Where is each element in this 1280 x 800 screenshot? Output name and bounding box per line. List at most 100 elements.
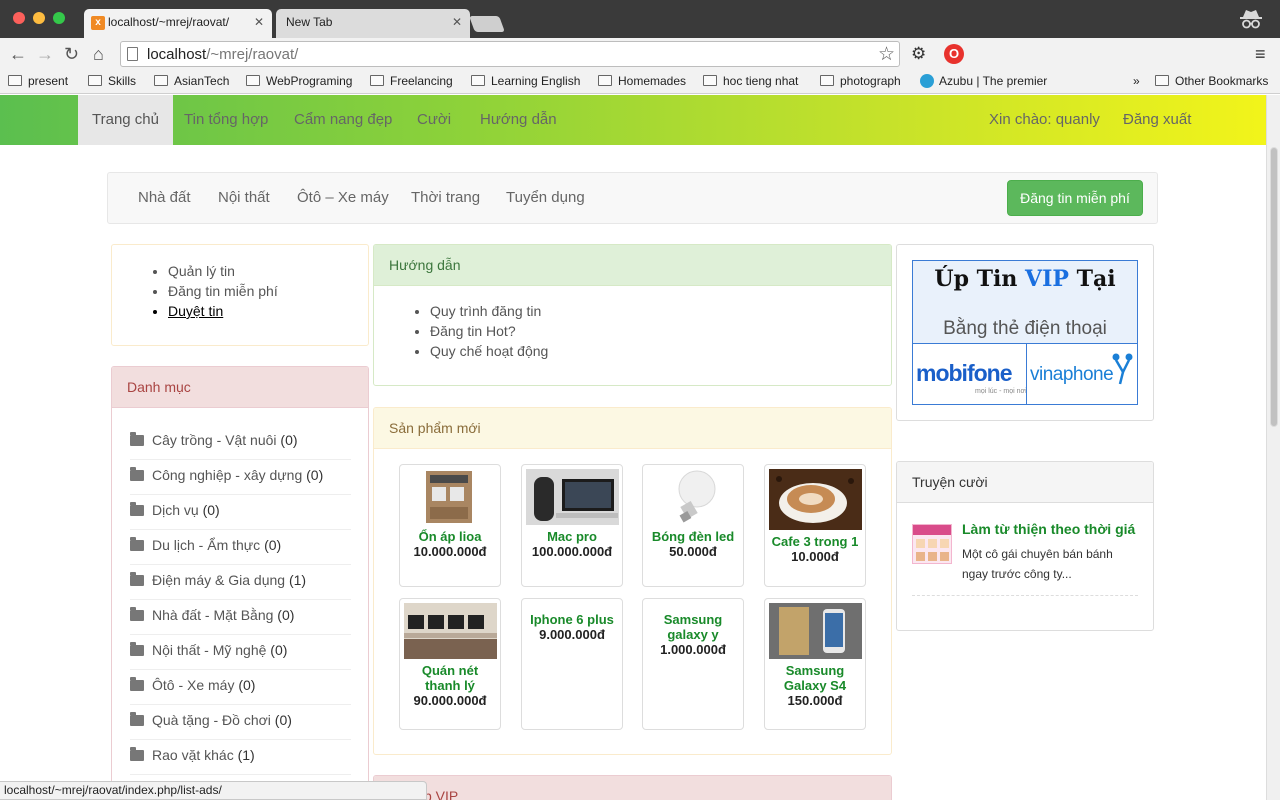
folder-icon [471, 75, 485, 86]
close-tab-icon[interactable]: ✕ [452, 15, 462, 29]
new-tab-button[interactable] [469, 16, 505, 32]
extension-gear-icon[interactable]: ⚙ [911, 43, 926, 65]
product-name[interactable]: Iphone 6 plus [522, 612, 622, 627]
tab-raovat[interactable]: x localhost/~mrej/raovat/ ✕ [84, 9, 272, 38]
category-link[interactable]: Nội thất [218, 173, 270, 223]
manage-ads-link[interactable]: Quản lý tin [168, 261, 368, 281]
folder-icon [130, 712, 144, 726]
vip-top-up-banner[interactable]: Úp Tin VIP Tại Bằng thẻ điện thoại mobif… [912, 260, 1138, 405]
nav-beauty[interactable]: Cẩm nang đẹp [294, 95, 392, 145]
product-image-coffee-cup [768, 469, 862, 530]
category-item[interactable]: Quà tặng - Đồ chơi (0) [130, 705, 351, 740]
approve-ads-link[interactable]: Duyệt tin [168, 301, 368, 321]
joke-title[interactable]: Làm từ thiện theo thời giá [962, 521, 1135, 537]
vip-panel: p VIP [373, 775, 892, 800]
category-name[interactable]: Nhà đất - Mặt Bằng [152, 607, 273, 623]
menu-icon[interactable]: ≡ [1255, 43, 1266, 65]
xampp-favicon-icon: x [91, 16, 105, 30]
category-name[interactable]: Quà tặng - Đồ chơi [152, 712, 271, 728]
product-name[interactable]: Mac pro [522, 529, 622, 544]
product-card[interactable]: Samsung Galaxy S4 150.000đ [764, 598, 866, 730]
vip-panel-title: p VIP [374, 776, 891, 800]
bookmark-folder[interactable]: AsianTech [154, 74, 229, 88]
guide-link[interactable]: Đăng tin Hot? [430, 321, 891, 341]
category-link[interactable]: Thời trang [411, 173, 480, 223]
bookmark-folder[interactable]: hoc tieng nhat [703, 74, 798, 88]
product-name[interactable]: Cafe 3 trong 1 [765, 534, 865, 549]
category-link[interactable]: Ôtô – Xe máy [297, 173, 389, 223]
reload-icon[interactable]: ↻ [64, 43, 79, 65]
product-card[interactable]: Ổn áp lioa 10.000.000đ [399, 464, 501, 587]
minimize-window-button[interactable] [33, 12, 45, 24]
product-card[interactable]: Cafe 3 trong 1 10.000đ [764, 464, 866, 587]
bookmark-star-icon[interactable]: ☆ [878, 43, 895, 66]
nav-news[interactable]: Tin tổng hợp [184, 95, 268, 145]
category-link[interactable]: Tuyển dụng [506, 173, 585, 223]
category-name[interactable]: Cây trồng - Vật nuôi [152, 432, 277, 448]
bookmark-azubu[interactable]: Azubu | The premier [920, 74, 1047, 88]
logout-link[interactable]: Đăng xuất [1123, 95, 1191, 145]
category-item[interactable]: Nội thất - Mỹ nghệ (0) [130, 635, 351, 670]
category-item[interactable]: Điện máy & Gia dụng (1) [130, 565, 351, 600]
tab-new-tab[interactable]: New Tab ✕ [276, 9, 470, 38]
back-icon[interactable]: ← [9, 43, 27, 65]
category-item[interactable]: Cây trồng - Vật nuôi (0) [130, 425, 351, 460]
opera-extension-icon[interactable]: O [944, 44, 964, 64]
nav-home[interactable]: Trang chủ [78, 95, 173, 145]
product-name[interactable]: Bóng đèn led [643, 529, 743, 544]
category-name[interactable]: Nội thất - Mỹ nghệ [152, 642, 266, 658]
product-card[interactable]: Quán nét thanh lý 90.000.000đ [399, 598, 501, 730]
guide-link[interactable]: Quy trình đăng tin [430, 301, 891, 321]
joke-item[interactable]: Làm từ thiện theo thời giá Một cô gái ch… [912, 521, 1138, 596]
product-card[interactable]: Samsung galaxy y 1.000.000đ [642, 598, 744, 730]
bookmark-folder[interactable]: photograph [820, 74, 901, 88]
scrollbar-thumb[interactable] [1270, 147, 1278, 427]
product-image-internet-cafe [403, 603, 497, 659]
category-item[interactable]: Nhà đất - Mặt Bằng (0) [130, 600, 351, 635]
nav-guide[interactable]: Hướng dẫn [480, 95, 557, 145]
user-greeting[interactable]: Xin chào: quanly [989, 95, 1100, 145]
product-card[interactable]: Bóng đèn led 50.000đ [642, 464, 744, 587]
guide-link[interactable]: Quy chế hoạt động [430, 341, 891, 361]
folder-icon [130, 572, 144, 586]
bookmarks-overflow-button[interactable]: » [1133, 74, 1140, 88]
joke-thumbnail-image [912, 524, 952, 564]
category-item[interactable]: Dịch vụ (0) [130, 495, 351, 530]
category-name[interactable]: Du lịch - Ẩm thực [152, 537, 260, 553]
product-card[interactable]: Iphone 6 plus 9.000.000đ [521, 598, 623, 730]
nav-funny[interactable]: Cười [417, 95, 451, 145]
category-item[interactable]: Rao vặt khác (1) [130, 740, 351, 775]
post-free-link[interactable]: Đăng tin miễn phí [168, 281, 368, 301]
category-link[interactable]: Nhà đất [138, 173, 191, 223]
category-name[interactable]: Điện máy & Gia dụng [152, 572, 285, 588]
tab-title: localhost/~mrej/raovat/ [108, 15, 230, 29]
product-name[interactable]: Quán nét thanh lý [400, 663, 500, 693]
category-item[interactable]: Công nghiệp - xây dựng (0) [130, 460, 351, 495]
folder-icon [8, 75, 22, 86]
bookmark-folder[interactable]: present [8, 74, 68, 88]
category-item[interactable]: Ôtô - Xe máy (0) [130, 670, 351, 705]
category-name[interactable]: Công nghiệp - xây dựng [152, 467, 302, 483]
category-item[interactable]: Du lịch - Ẩm thực (0) [130, 530, 351, 565]
close-window-button[interactable] [13, 12, 25, 24]
category-name[interactable]: Dịch vụ [152, 502, 199, 518]
bookmark-folder[interactable]: Freelancing [370, 74, 453, 88]
product-name[interactable]: Samsung Galaxy S4 [765, 663, 865, 693]
bookmark-folder[interactable]: Homemades [598, 74, 686, 88]
bookmark-folder[interactable]: Other Bookmarks [1155, 74, 1268, 88]
category-name[interactable]: Ôtô - Xe máy [152, 677, 234, 693]
address-bar[interactable]: localhost/~mrej/raovat/ ☆ [120, 41, 900, 67]
page-scrollbar[interactable] [1266, 95, 1280, 800]
home-icon[interactable]: ⌂ [93, 43, 104, 65]
product-card[interactable]: Mac pro 100.000.000đ [521, 464, 623, 587]
bookmark-folder[interactable]: Skills [88, 74, 136, 88]
bookmark-folder[interactable]: Learning English [471, 74, 580, 88]
product-name[interactable]: Ổn áp lioa [400, 529, 500, 544]
zoom-window-button[interactable] [53, 12, 65, 24]
category-name[interactable]: Rao vặt khác [152, 747, 234, 763]
forward-icon[interactable]: → [36, 43, 54, 65]
close-tab-icon[interactable]: ✕ [254, 15, 264, 29]
bookmark-folder[interactable]: WebPrograming [246, 74, 352, 88]
post-free-ad-button[interactable]: Đăng tin miễn phí [1007, 180, 1143, 216]
product-name[interactable]: Samsung galaxy y [643, 612, 743, 642]
